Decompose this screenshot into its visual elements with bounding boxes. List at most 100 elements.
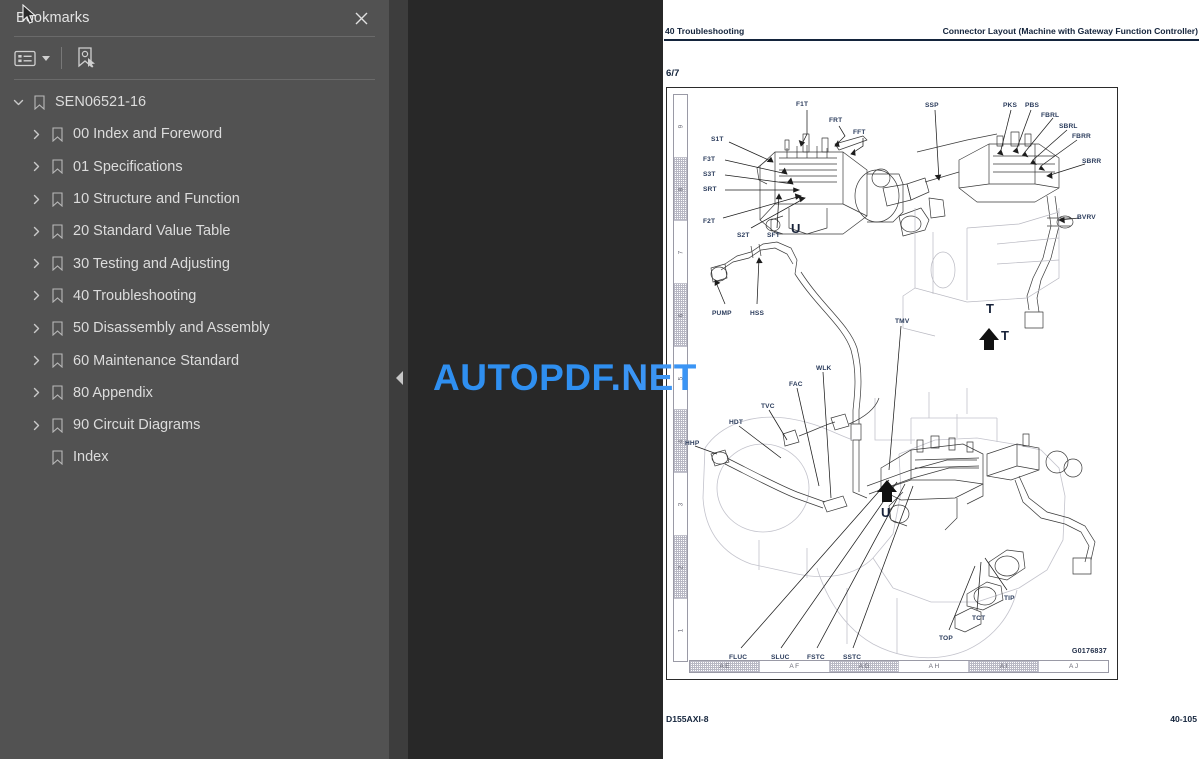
header-rule	[664, 39, 1199, 41]
rail-cell: 5	[674, 347, 687, 410]
footer-page-number: 40-105	[1170, 714, 1197, 724]
callout-label: FLUC	[729, 654, 748, 661]
callout-label: HHP	[685, 440, 700, 447]
section-mark-u: U	[791, 221, 801, 236]
callout-label: S2T	[737, 232, 750, 239]
callout-label: HSS	[750, 310, 765, 317]
rail-cell: 1	[674, 599, 687, 661]
pdf-page: 40 Troubleshooting Connector Layout (Mac…	[663, 0, 1200, 759]
callout-label: SSP	[925, 102, 939, 109]
callout-label: BVRV	[1077, 214, 1096, 221]
chevron-right-icon[interactable]	[26, 194, 46, 205]
bookmark-item-index[interactable]: Index	[0, 441, 389, 473]
bookmark-icon	[46, 159, 68, 175]
pdf-viewer-area[interactable]: 40 Troubleshooting Connector Layout (Mac…	[408, 0, 1200, 759]
rail-cell-label: 1	[677, 628, 684, 632]
figure-page-index: 6/7	[666, 68, 680, 79]
bookmark-icon	[46, 256, 68, 272]
chevron-right-icon[interactable]	[26, 420, 46, 431]
chevron-right-icon[interactable]	[26, 355, 46, 366]
bookmark-root-item[interactable]: SEN06521-16	[0, 86, 389, 118]
callout-label: TOP	[939, 635, 953, 642]
bookmarks-tree: SEN06521-16 00 Index and Foreword 01 Spe…	[0, 80, 389, 474]
pdf-reader-window: Bookmarks SEN06521-16 00 Index and Forew…	[0, 0, 1200, 759]
new-bookmark-button[interactable]	[75, 45, 97, 71]
callout-label: HDT	[729, 419, 744, 426]
callout-label: F2T	[703, 218, 716, 225]
drawing-bottom-index-rail: A E A F A G A H A I A J	[689, 660, 1109, 673]
callout-label: SLUC	[771, 654, 790, 661]
callout-label: TCT	[972, 615, 986, 622]
callout-label: SBRR	[1082, 158, 1102, 165]
bookmark-item-label: 20 Standard Value Table	[73, 223, 231, 240]
bookmarks-toolbar	[0, 37, 389, 79]
bookmark-icon	[28, 95, 50, 110]
bookmark-icon	[46, 191, 68, 207]
bookmark-item-10[interactable]: 10 Structure and Function	[0, 183, 389, 215]
chevron-down-icon	[42, 55, 50, 61]
bookmark-icon	[46, 321, 68, 336]
bookmark-item-60[interactable]: 60 Maintenance Standard	[0, 344, 389, 376]
rail-cell-label: 2	[677, 565, 684, 569]
collapse-left-arrow-icon[interactable]	[396, 371, 403, 385]
chevron-right-icon[interactable]	[26, 226, 46, 237]
callout-label: FBRR	[1072, 133, 1091, 140]
bookmark-item-50[interactable]: 50 Disassembly and Assembly	[0, 312, 389, 344]
bookmark-item-01[interactable]: 01 Specifications	[0, 151, 389, 183]
bookmark-item-20[interactable]: 20 Standard Value Table	[0, 215, 389, 247]
machine-line-art	[694, 109, 1096, 659]
bookmark-root-label: SEN06521-16	[55, 94, 147, 111]
callout-label: FRT	[829, 117, 843, 124]
rail-cell: 9	[674, 95, 687, 158]
brail-cell: A F	[760, 661, 830, 672]
bookmark-item-40[interactable]: 40 Troubleshooting	[0, 280, 389, 312]
document-content: 40 Troubleshooting Connector Layout (Mac…	[663, 0, 1200, 759]
bookmark-item-label: Index	[73, 449, 109, 466]
callout-label: SSTC	[843, 654, 862, 661]
rail-cell-label: 9	[677, 124, 684, 128]
bookmark-item-label: 90 Circuit Diagrams	[73, 417, 201, 434]
new-bookmark-icon	[78, 47, 95, 68]
mouse-cursor	[22, 4, 37, 24]
chevron-right-icon[interactable]	[26, 290, 46, 301]
rail-cell: 8	[674, 158, 687, 221]
rail-cell-label: 6	[677, 313, 684, 317]
brail-cell: A E	[690, 661, 760, 672]
brail-cell: A J	[1069, 663, 1079, 670]
bookmark-item-label: 50 Disassembly and Assembly	[73, 320, 270, 337]
bookmark-item-30[interactable]: 30 Testing and Adjusting	[0, 247, 389, 279]
callout-label: FSTC	[807, 654, 825, 661]
callout-label: F3T	[703, 156, 716, 163]
bookmark-item-label: 10 Structure and Function	[73, 191, 240, 208]
rail-cell: 7	[674, 221, 687, 284]
callout-label: PBS	[1025, 102, 1040, 109]
bookmark-item-90[interactable]: 90 Circuit Diagrams	[0, 409, 389, 441]
bookmark-icon	[46, 127, 68, 142]
bookmark-item-label: 80 Appendix	[73, 384, 153, 401]
callout-label: S1T	[711, 136, 724, 143]
chevron-right-icon[interactable]	[26, 258, 46, 269]
chevron-right-icon[interactable]	[26, 129, 46, 140]
rail-cell-label: 8	[677, 187, 684, 191]
chevron-down-icon[interactable]	[8, 97, 28, 108]
close-icon[interactable]	[351, 8, 371, 28]
callout-label: SBRL	[1059, 123, 1078, 130]
bookmark-item-label: 60 Maintenance Standard	[73, 352, 240, 369]
header-section-title: 40 Troubleshooting	[665, 26, 745, 36]
callout-label: WLK	[816, 365, 832, 372]
callout-label: FBRL	[1041, 112, 1060, 119]
callout-label: FAC	[789, 381, 803, 388]
callout-label: SRT	[703, 186, 717, 193]
page-running-header: 40 Troubleshooting Connector Layout (Mac…	[663, 26, 1200, 44]
bookmark-icon	[46, 224, 68, 239]
callout-label: FFT	[853, 129, 866, 136]
bookmark-icon	[46, 450, 68, 465]
bookmark-item-00[interactable]: 00 Index and Foreword	[0, 118, 389, 150]
bookmark-item-label: 40 Troubleshooting	[73, 287, 197, 304]
chevron-right-icon[interactable]	[26, 387, 46, 398]
bookmark-options-button[interactable]	[14, 45, 50, 71]
chevron-right-icon[interactable]	[26, 323, 46, 334]
chevron-right-icon[interactable]	[26, 161, 46, 172]
bookmark-item-80[interactable]: 80 Appendix	[0, 377, 389, 409]
rail-cell-label: 4	[677, 439, 684, 443]
